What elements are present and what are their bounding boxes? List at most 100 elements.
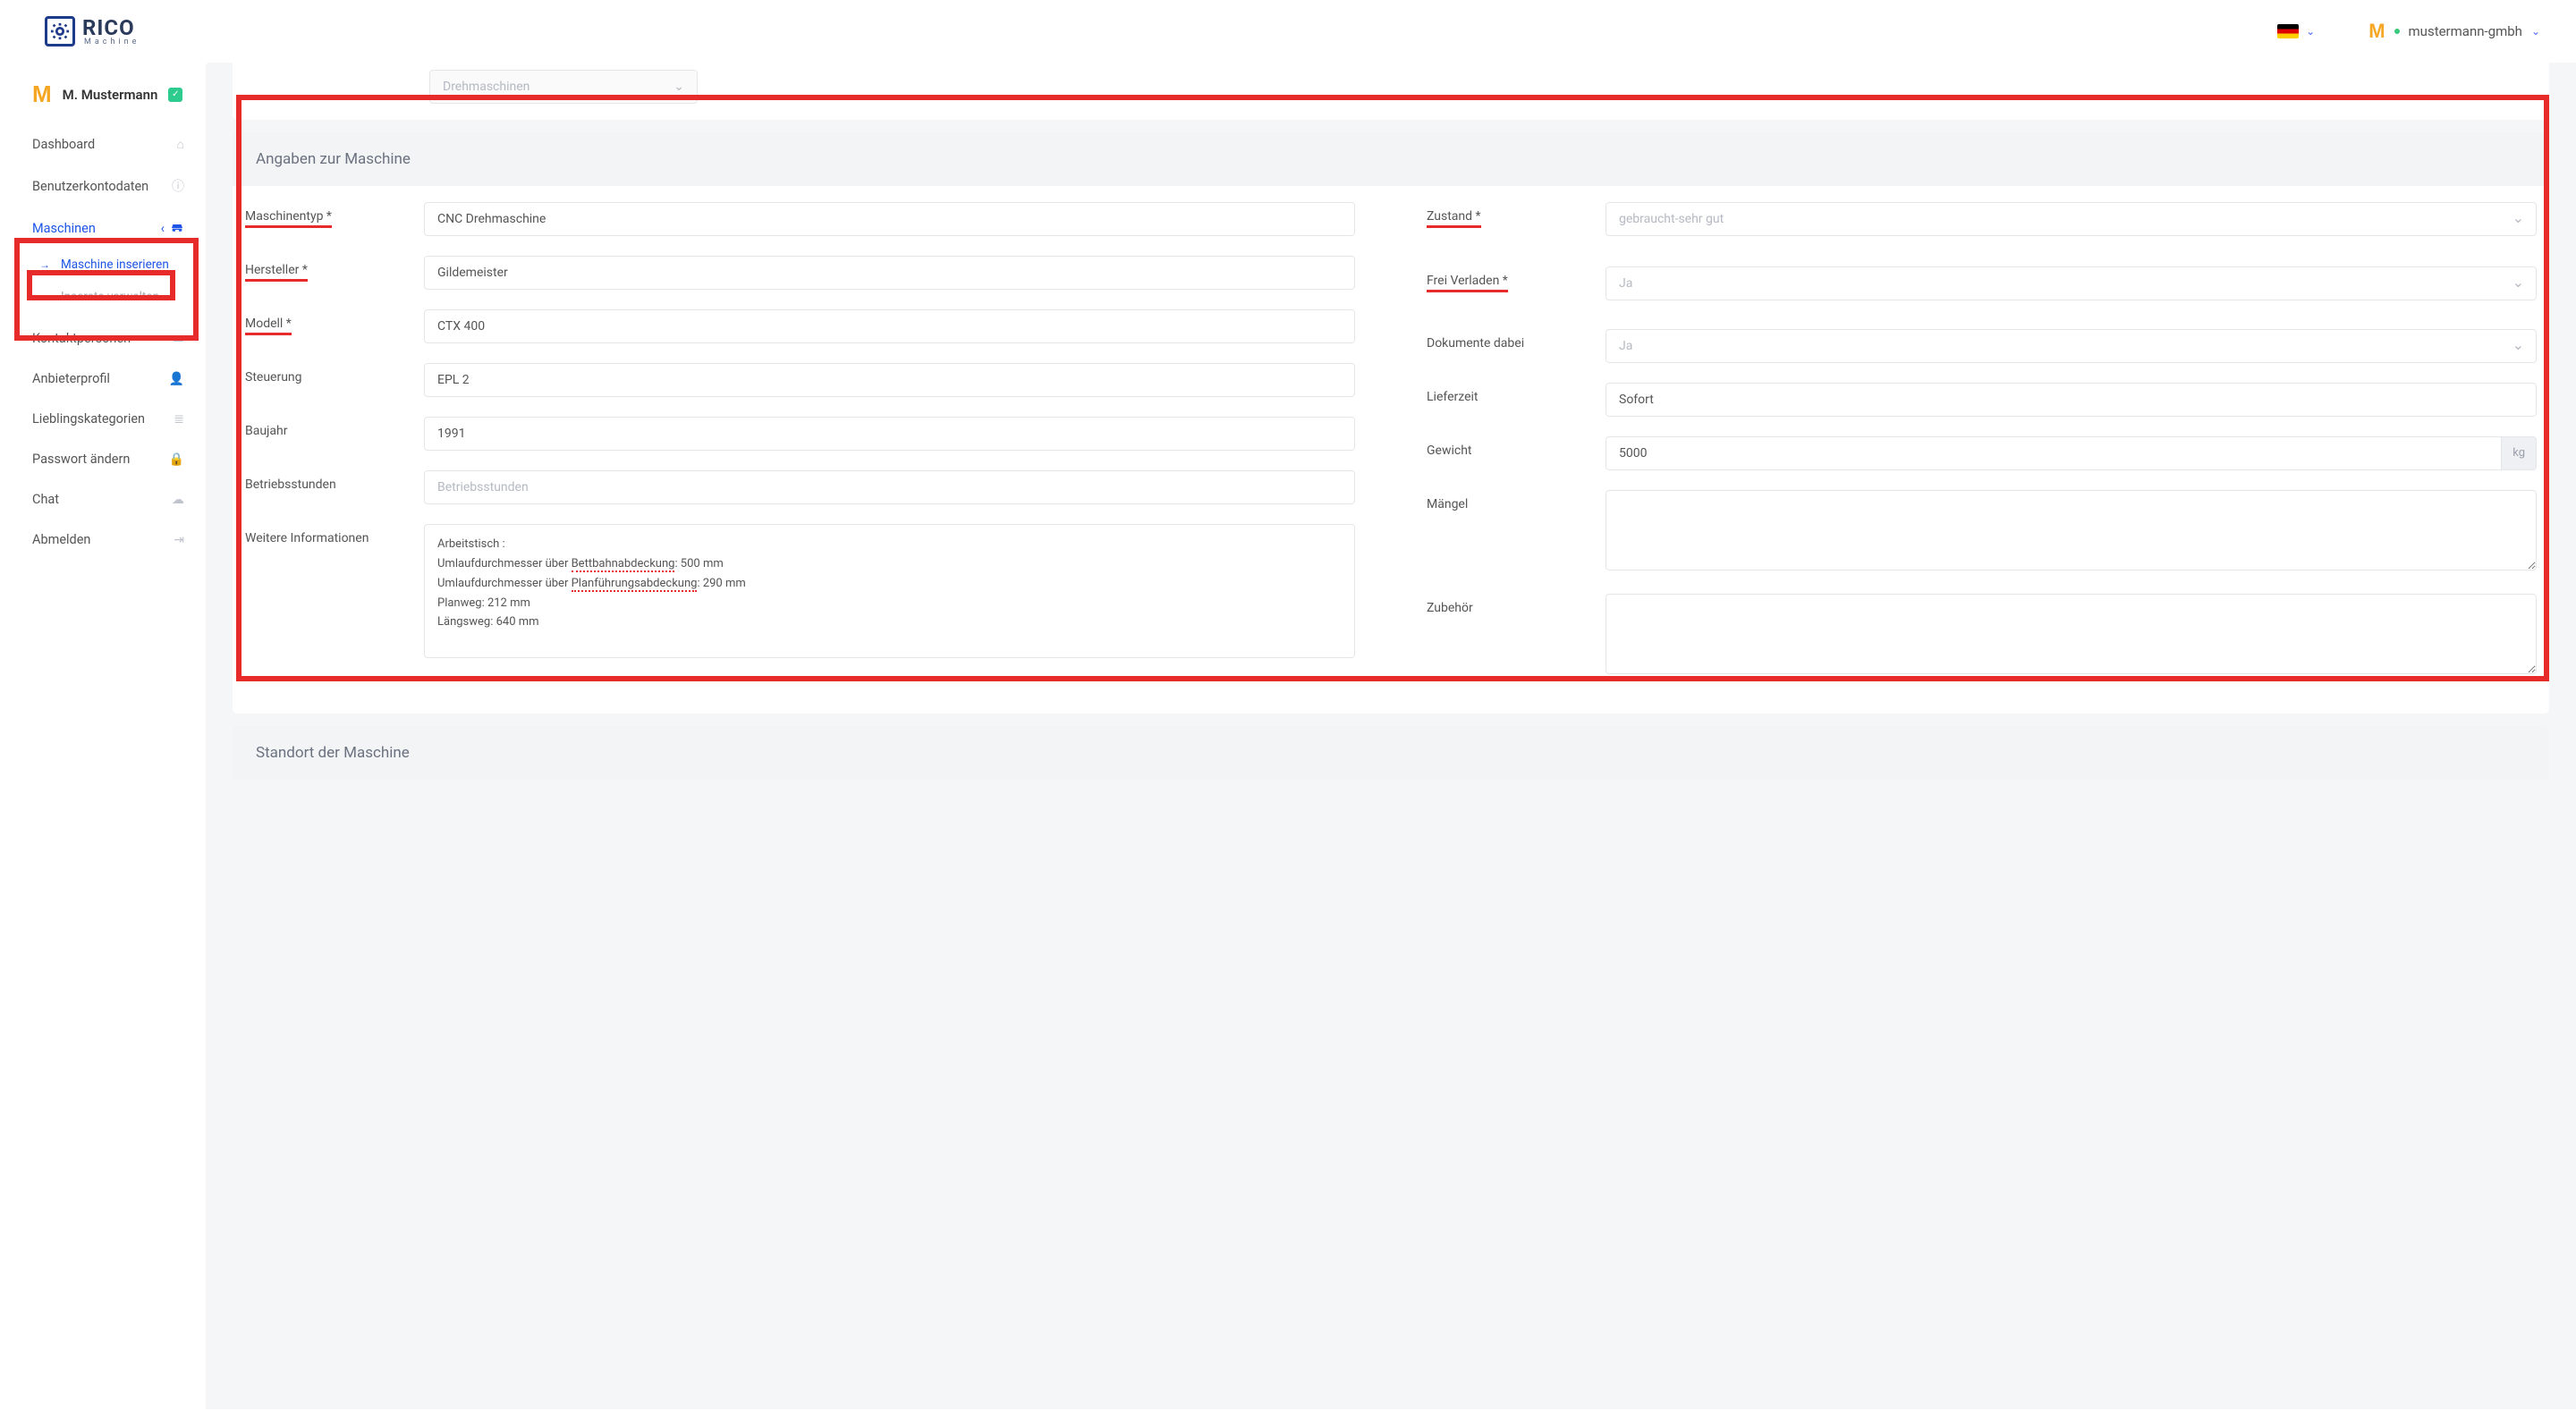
logout-icon: ⇥ [174, 533, 184, 547]
nav-machines[interactable]: Maschinen ‹ [0, 207, 206, 249]
select-free-loading[interactable]: Ja [1606, 266, 2537, 300]
textarea-more-info[interactable]: Arbeitstisch : Umlaufdurchmesser über Be… [424, 524, 1355, 658]
select-condition[interactable]: gebraucht-sehr gut [1606, 202, 2537, 236]
chevron-down-icon: ⌄ [674, 80, 684, 94]
input-year[interactable] [424, 417, 1355, 451]
nav-chat[interactable]: Chat ☁ [0, 479, 206, 520]
arrow-right-icon: → [39, 258, 50, 271]
nav-label: Kontaktpersonen [32, 331, 131, 346]
status-dot-icon [2394, 29, 2400, 34]
field-label: Lieferzeit [1427, 390, 1478, 404]
input-weight[interactable] [1606, 436, 2502, 470]
mcdonalds-icon: M [2368, 20, 2385, 43]
car-icon [170, 220, 184, 236]
field-hours: Betriebsstunden [245, 470, 1355, 504]
form-right-column: Zustand * gebraucht-sehr gut Frei Verlad… [1427, 202, 2537, 697]
field-label: Baujahr [245, 424, 287, 438]
language-selector[interactable]: ⌄ [2277, 24, 2315, 38]
textarea-accessories[interactable] [1606, 594, 2537, 674]
lock-icon: 🔒 [169, 452, 184, 467]
field-label: Betriebsstunden [245, 477, 336, 492]
input-manufacturer[interactable] [424, 256, 1355, 290]
nav-fav-categories[interactable]: Lieblingskategorien ≣ [0, 399, 206, 439]
sidebar-nav: Dashboard ⌂ Benutzerkontodaten ⓘ Maschin… [0, 124, 206, 560]
field-documents: Dokumente dabei Ja [1427, 329, 2537, 363]
section-header-machine: Angaben zur Maschine [233, 132, 2549, 186]
input-control-unit[interactable] [424, 363, 1355, 397]
chat-icon: ☁ [172, 493, 184, 507]
field-label: Frei Verladen * [1427, 274, 1508, 292]
nav-vendor-profile[interactable]: Anbieterprofil 👤 [0, 359, 206, 399]
field-model: Modell * [245, 309, 1355, 343]
subnav-label: Maschine inserieren [61, 258, 169, 272]
chevron-down-icon: ⌄ [2306, 25, 2315, 38]
contact-card-icon: ▭ [173, 332, 184, 346]
chevron-left-icon: ‹ [161, 221, 165, 236]
field-label: Mängel [1427, 497, 1468, 511]
user-name: M. Mustermann [63, 87, 158, 103]
field-label: Zustand * [1427, 209, 1481, 228]
arrow-right-icon: → [39, 291, 50, 303]
field-label: Dokumente dabei [1427, 336, 1524, 351]
org-name: mustermann-gmbh [2409, 23, 2522, 39]
machine-details-card: Angaben zur Maschine Maschinentyp * Hers… [233, 132, 2549, 714]
nav-label: Anbieterprofil [32, 371, 110, 386]
input-delivery-time[interactable] [1606, 383, 2537, 417]
select-value: Drehmaschinen [443, 80, 530, 94]
sidebar: M M. Mustermann ✓ Dashboard ⌂ Benutzerko… [0, 63, 206, 1409]
field-control-unit: Steuerung [245, 363, 1355, 397]
nav-account-data[interactable]: Benutzerkontodaten ⓘ [0, 165, 206, 207]
nav-label: Abmelden [32, 532, 90, 547]
section-title: Standort der Maschine [256, 744, 410, 762]
logo-main-text: RICO [82, 17, 140, 38]
field-delivery-time: Lieferzeit [1427, 383, 2537, 417]
logo[interactable]: RICO Machine [45, 16, 140, 46]
machine-location-card: Standort der Maschine [233, 726, 2549, 780]
input-hours[interactable] [424, 470, 1355, 504]
input-model[interactable] [424, 309, 1355, 343]
user-block[interactable]: M M. Mustermann ✓ [0, 72, 206, 124]
nav-label: Maschinen [32, 221, 96, 236]
field-label: Hersteller * [245, 263, 308, 282]
user-icon: 👤 [169, 372, 184, 386]
input-machine-type[interactable] [424, 202, 1355, 236]
subnav-manage-listings[interactable]: → Inserate verwalten [0, 281, 206, 313]
weight-unit-addon: kg [2502, 436, 2537, 470]
field-label: Gewicht [1427, 444, 1472, 458]
org-selector[interactable]: M mustermann-gmbh ⌄ [2368, 20, 2540, 43]
nav-label: Benutzerkontodaten [32, 179, 148, 194]
textarea-defects[interactable] [1606, 490, 2537, 570]
field-accessories: Zubehör [1427, 594, 2537, 678]
nav-change-password[interactable]: Passwort ändern 🔒 [0, 439, 206, 479]
nav-label: Passwort ändern [32, 452, 130, 467]
nav-contacts[interactable]: Kontaktpersonen ▭ [0, 318, 206, 359]
subnav-insert-machine[interactable]: → Maschine inserieren [0, 249, 206, 281]
field-free-loading: Frei Verladen * Ja [1427, 266, 2537, 300]
category-select-disabled: Drehmaschinen ⌄ [429, 70, 698, 104]
field-weight: Gewicht kg [1427, 436, 2537, 470]
field-manufacturer: Hersteller * [245, 256, 1355, 290]
home-icon: ⌂ [177, 137, 184, 152]
nav-label: Lieblingskategorien [32, 411, 145, 427]
field-year: Baujahr [245, 417, 1355, 451]
list-icon: ≣ [174, 412, 184, 427]
field-label: Zubehör [1427, 601, 1473, 615]
field-machine-type: Maschinentyp * [245, 202, 1355, 236]
field-condition: Zustand * gebraucht-sehr gut [1427, 202, 2537, 236]
select-documents[interactable]: Ja [1606, 329, 2537, 363]
nav-label: Chat [32, 492, 59, 507]
main-content: Drehmaschinen ⌄ Angaben zur Maschine Mas… [206, 63, 2576, 1409]
field-label: Modell * [245, 317, 292, 335]
chevron-down-icon: ⌄ [2531, 25, 2540, 38]
flag-de-icon [2277, 24, 2299, 38]
info-icon: ⓘ [172, 177, 184, 195]
nav-logout[interactable]: Abmelden ⇥ [0, 520, 206, 560]
nav-dashboard[interactable]: Dashboard ⌂ [0, 124, 206, 165]
field-defects: Mängel [1427, 490, 2537, 574]
app-header: RICO Machine ⌄ M mustermann-gmbh ⌄ [0, 0, 2576, 63]
form-left-column: Maschinentyp * Hersteller * Modell * [245, 202, 1355, 697]
field-label: Steuerung [245, 370, 302, 384]
subnav-label: Inserate verwalten [61, 290, 159, 304]
verified-badge-icon: ✓ [168, 88, 182, 102]
logo-sub-text: Machine [84, 38, 140, 46]
